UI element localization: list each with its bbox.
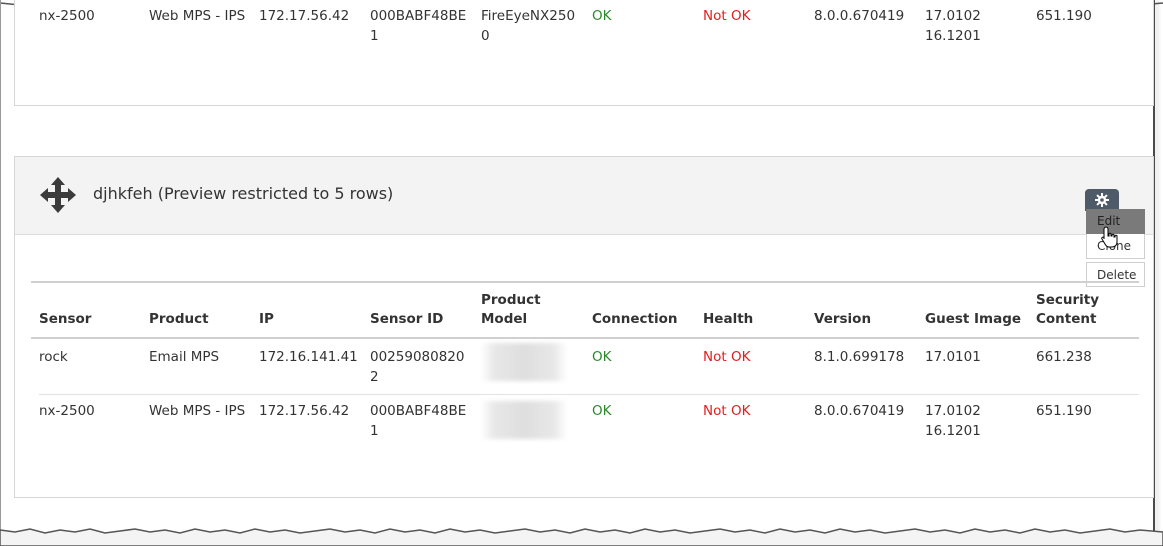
header-product-model[interactable]: Product Model <box>481 291 541 329</box>
header-product-model-line2: Model <box>481 311 528 327</box>
cell-sensor: rock <box>39 349 68 365</box>
cell-version: 8.0.0.670419 <box>814 8 905 24</box>
cell-product: Web MPS - IPS <box>149 403 246 419</box>
hand-pointer-icon <box>1101 226 1118 248</box>
header-sensor-id[interactable]: Sensor ID <box>370 310 443 329</box>
cell-ip: 172.17.56.42 <box>259 403 350 419</box>
cell-guest-image: 17.0102 16.1201 <box>925 401 1035 441</box>
cell-ip: 172.16.141.41 <box>259 349 358 365</box>
previous-panel: nx-2500 Web MPS - IPS 172.17.56.42 000BA… <box>14 0 1154 106</box>
cell-security-content: 651.190 <box>1036 403 1092 419</box>
guest-image-value: 17.0102 <box>925 403 981 419</box>
header-version[interactable]: Version <box>814 310 871 329</box>
header-security-content-line2: Content <box>1036 311 1097 327</box>
settings-menu: Edit Clone Delete <box>1086 209 1146 287</box>
cell-security-content: 661.238 <box>1036 349 1092 365</box>
guest-image-value: 16.1201 <box>925 423 981 439</box>
cell-product: Web MPS - IPS <box>149 8 246 24</box>
panel-title: djhkfeh (Preview restricted to 5 rows) <box>93 184 394 203</box>
gear-icon <box>1095 193 1109 207</box>
cell-connection: OK <box>592 349 612 365</box>
cell-sensor-id: 002590808202 <box>370 349 465 385</box>
header-product-model-line1: Product <box>481 292 541 308</box>
cell-health: Not OK <box>703 8 751 24</box>
cell-connection: OK <box>592 403 612 419</box>
guest-image-value: 17.0101 <box>925 349 981 365</box>
move-arrows-icon[interactable] <box>39 176 77 214</box>
panel-header: djhkfeh (Preview restricted to 5 rows) E… <box>15 157 1153 287</box>
cell-health: Not OK <box>703 349 751 365</box>
cell-connection: OK <box>592 8 612 24</box>
header-guest-image[interactable]: Guest Image <box>925 310 1021 329</box>
redacted-product-model <box>481 401 567 439</box>
cell-guest-image: 17.0101 <box>925 347 1035 367</box>
guest-image-value: 16.1201 <box>925 28 981 44</box>
cell-health: Not OK <box>703 403 751 419</box>
cell-sensor-id: 000BABF48BE1 <box>370 8 467 44</box>
header-security-content[interactable]: Security Content <box>1036 291 1099 329</box>
guest-image-value: 17.0102 <box>925 8 981 24</box>
cell-sensor: nx-2500 <box>39 403 95 419</box>
cell-sensor-id: 000BABF48BE1 <box>370 403 467 439</box>
cell-sensor: nx-2500 <box>39 8 95 24</box>
report-panel: djhkfeh (Preview restricted to 5 rows) E… <box>14 156 1154 498</box>
cell-guest-image: 17.0102 16.1201 <box>925 6 1035 46</box>
cell-product-model: FireEyeNX2500 <box>481 8 576 44</box>
header-sensor[interactable]: Sensor <box>39 310 91 329</box>
table-row: nx-2500 Web MPS - IPS 172.17.56.42 000BA… <box>39 6 1159 50</box>
redacted-product-model <box>481 343 567 381</box>
table-row: nx-2500 Web MPS - IPS 172.17.56.42 000BA… <box>39 401 1139 449</box>
frame-left-edge <box>0 0 1 534</box>
header-connection[interactable]: Connection <box>592 310 678 329</box>
header-product[interactable]: Product <box>149 310 209 329</box>
header-health[interactable]: Health <box>703 310 753 329</box>
cell-security-content: 651.190 <box>1036 8 1092 24</box>
header-security-content-line1: Security <box>1036 292 1100 308</box>
cell-version: 8.1.0.699178 <box>814 349 905 365</box>
cell-version: 8.0.0.670419 <box>814 403 905 419</box>
header-ip[interactable]: IP <box>259 310 274 329</box>
cell-ip: 172.17.56.42 <box>259 8 350 24</box>
table-row: rock Email MPS 172.16.141.41 00259080820… <box>39 343 1139 395</box>
cell-product: Email MPS <box>149 349 220 365</box>
settings-button[interactable] <box>1085 189 1119 211</box>
torn-edge-bottom <box>0 528 1163 546</box>
table-header: Sensor Product IP Sensor ID Product Mode… <box>31 283 1139 339</box>
